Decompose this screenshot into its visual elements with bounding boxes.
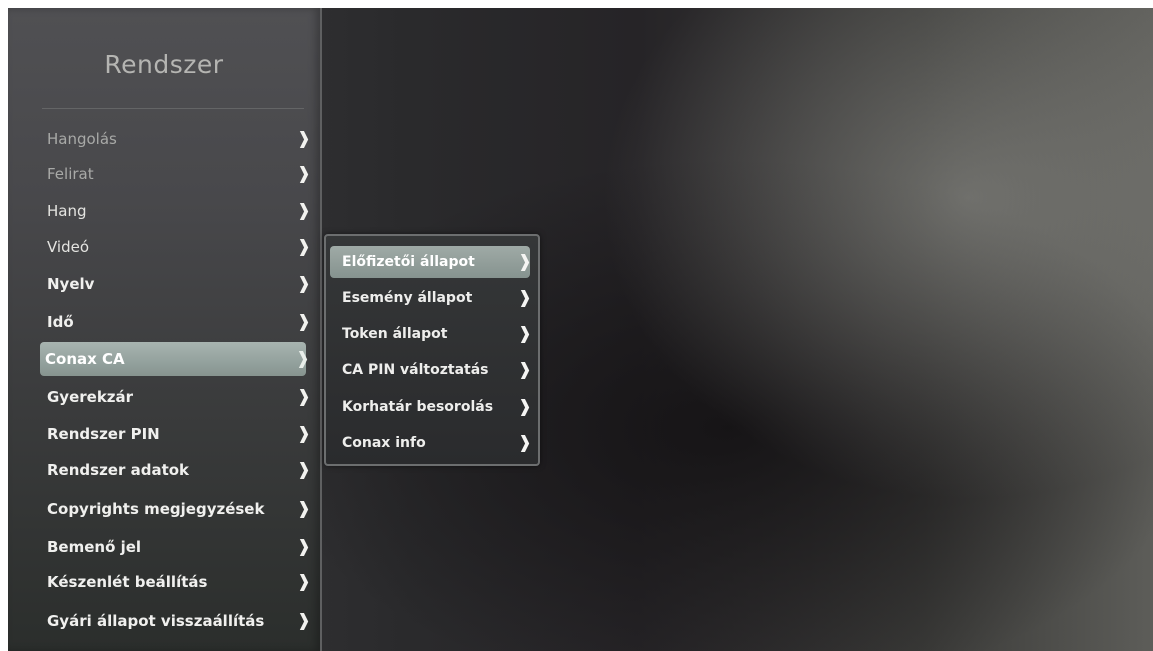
menu-item-label: Idő	[47, 313, 74, 331]
chevron-right-icon: ❱	[517, 360, 532, 380]
menu-item-hangolas[interactable]: Hangolás ❱	[42, 122, 311, 156]
chevron-right-icon: ❱	[296, 201, 311, 221]
system-menu: Hangolás ❱ Felirat ❱ Hang ❱ Videó ❱ Nyel…	[8, 8, 320, 651]
menu-item-rendszer-pin[interactable]: Rendszer PIN ❱	[42, 417, 311, 451]
chevron-right-icon: ❱	[296, 274, 311, 294]
menu-item-label: Rendszer adatok	[47, 461, 190, 479]
menu-item-label: Nyelv	[47, 275, 95, 293]
submenu-item-elofizetoi-allapot[interactable]: Előfizetői állapot ❱	[330, 246, 532, 278]
submenu-item-label: Conax info	[342, 435, 426, 451]
submenu-item-ca-pin-valtoztatas[interactable]: CA PIN változtatás ❱	[330, 354, 532, 386]
chevron-right-icon: ❱	[296, 164, 311, 184]
chevron-right-icon: ❱	[296, 424, 311, 444]
chevron-right-icon: ❱	[296, 312, 311, 332]
chevron-right-icon: ❱	[296, 237, 311, 257]
menu-item-bemeno-jel[interactable]: Bemenő jel ❱	[42, 530, 311, 564]
tv-display: Rendszer Hangolás ❱ Felirat ❱ Hang ❱ Vid…	[8, 8, 1153, 651]
chevron-right-icon: ❱	[296, 537, 311, 557]
menu-item-copyrights[interactable]: Copyrights megjegyzések ❱	[42, 492, 311, 526]
chevron-right-icon: ❱	[517, 288, 532, 308]
submenu-item-conax-info[interactable]: Conax info ❱	[330, 427, 532, 459]
menu-item-label: Copyrights megjegyzések	[47, 500, 265, 518]
menu-item-label: Hang	[47, 202, 87, 220]
menu-item-nyelv[interactable]: Nyelv ❱	[42, 267, 311, 301]
menu-item-hang[interactable]: Hang ❱	[42, 194, 311, 228]
chevron-right-icon: ❱	[296, 387, 311, 407]
menu-item-conax-ca[interactable]: Conax CA ❱	[40, 342, 310, 376]
menu-item-label: Gyerekzár	[47, 388, 134, 406]
submenu-item-label: Esemény állapot	[342, 290, 473, 306]
menu-item-label: Bemenő jel	[47, 538, 142, 556]
chevron-right-icon: ❱	[296, 129, 311, 149]
menu-item-gyerekzar[interactable]: Gyerekzár ❱	[42, 380, 311, 414]
menu-item-video[interactable]: Videó ❱	[42, 230, 311, 264]
submenu-item-label: Token állapot	[342, 326, 448, 342]
chevron-right-icon: ❱	[296, 499, 311, 519]
conax-ca-submenu: Előfizetői állapot ❱ Esemény állapot ❱ T…	[324, 234, 540, 466]
chevron-right-icon: ❱	[517, 397, 532, 417]
chevron-right-icon: ❱	[517, 433, 532, 453]
submenu-item-label: Előfizetői állapot	[342, 254, 475, 270]
chevron-right-icon: ❱	[296, 572, 311, 592]
chevron-right-icon: ❱	[517, 324, 532, 344]
menu-item-label: Készenlét beállítás	[47, 573, 208, 591]
chevron-right-icon: ❱	[517, 252, 532, 272]
screen: Rendszer Hangolás ❱ Felirat ❱ Hang ❱ Vid…	[0, 0, 1153, 651]
submenu-item-token-allapot[interactable]: Token állapot ❱	[330, 318, 532, 350]
menu-item-rendszer-adatok[interactable]: Rendszer adatok ❱	[42, 453, 311, 487]
chevron-right-icon: ❱	[295, 349, 310, 369]
submenu-item-esemeny-allapot[interactable]: Esemény állapot ❱	[330, 282, 532, 314]
menu-item-label: Conax CA	[45, 350, 125, 368]
menu-item-label: Gyári állapot visszaállítás	[47, 612, 265, 630]
menu-item-label: Hangolás	[47, 130, 117, 148]
menu-item-gyari-allapot[interactable]: Gyári állapot visszaállítás ❱	[42, 604, 311, 638]
menu-item-ido[interactable]: Idő ❱	[42, 305, 311, 339]
submenu-item-label: CA PIN változtatás	[342, 362, 489, 378]
submenu-item-label: Korhatár besorolás	[342, 399, 494, 415]
chevron-right-icon: ❱	[296, 611, 311, 631]
system-settings-sidebar: Rendszer Hangolás ❱ Felirat ❱ Hang ❱ Vid…	[8, 8, 322, 651]
menu-item-keszenlet[interactable]: Készenlét beállítás ❱	[42, 565, 311, 599]
menu-item-felirat[interactable]: Felirat ❱	[42, 157, 311, 191]
menu-item-label: Rendszer PIN	[47, 425, 160, 443]
submenu-item-korhatar-besorolas[interactable]: Korhatár besorolás ❱	[330, 391, 532, 423]
menu-item-label: Felirat	[47, 165, 94, 183]
chevron-right-icon: ❱	[296, 460, 311, 480]
menu-item-label: Videó	[47, 238, 90, 256]
